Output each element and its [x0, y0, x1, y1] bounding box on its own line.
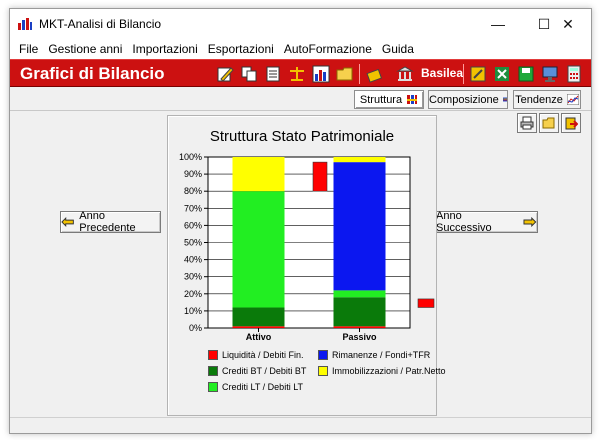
toolbar-separator [463, 64, 464, 84]
tab-tendenze-label: Tendenze [515, 93, 563, 106]
y-tick-label: 60% [184, 220, 202, 230]
note-icon[interactable] [469, 65, 487, 83]
header-toolbar: Grafici di Bilancio Basilea [10, 59, 591, 87]
balance-icon[interactable] [288, 65, 306, 83]
window-title: MKT-Analisi di Bilancio [39, 17, 162, 31]
tab-tendenze[interactable]: Tendenze [513, 90, 581, 109]
chart-panel: Struttura Stato Patrimoniale 0% 10% 20% 30%… [167, 115, 446, 416]
y-tick-label: 30% [184, 272, 202, 282]
legend-label: Immobilizzazioni / Patr.Netto [332, 366, 446, 376]
y-tick-label: 100% [179, 152, 202, 162]
x-tick-label: Passivo [342, 332, 377, 342]
folder-icon[interactable] [336, 65, 354, 83]
y-tick-label: 20% [184, 289, 202, 299]
bar-segment [333, 162, 386, 291]
y-tick-label: 10% [184, 306, 202, 316]
gap-marker [417, 298, 435, 308]
copy-icon[interactable] [240, 65, 258, 83]
menu-importazioni[interactable]: Importazioni [127, 42, 202, 56]
legend-label: Rimanenze / Fondi+TFR [332, 350, 431, 360]
save-icon[interactable] [517, 65, 535, 83]
printer-icon [520, 116, 534, 130]
bar-segment [333, 297, 386, 327]
bar-chart-icon[interactable] [312, 65, 330, 83]
hand-left-icon [61, 217, 74, 227]
chart-tag-icon[interactable] [366, 65, 384, 83]
y-tick-label: 0% [189, 323, 202, 333]
stacked-bar-chart: 0% 10% 20% 30% 40% 50% 60% 70% 80% 90% 100% Attivo P… [179, 152, 435, 342]
y-tick-label: 40% [184, 255, 202, 265]
y-tick-label: 70% [184, 203, 202, 213]
tab-composizione-label: Composizione [429, 93, 499, 106]
legend-item: Liquidità / Debiti Fin. [208, 350, 304, 360]
menu-guida[interactable]: Guida [377, 42, 419, 56]
table-icon [502, 97, 507, 102]
next-year-button[interactable]: Anno Successivo [435, 210, 538, 234]
menu-bar: File Gestione anni Importazioni Esportaz… [10, 39, 591, 59]
basilea-label[interactable]: Basilea [421, 66, 463, 80]
print-button[interactable] [517, 113, 537, 133]
hand-right-icon [523, 217, 537, 227]
bar-segment [333, 157, 386, 163]
y-tick-label: 50% [184, 238, 202, 248]
bar-segment [232, 326, 285, 328]
tab-struttura[interactable]: Struttura [354, 90, 424, 109]
bar-segment [232, 307, 285, 327]
open-folder-icon [542, 117, 555, 129]
bar-segment [232, 191, 285, 308]
legend-swatch [208, 366, 218, 376]
legend-swatch [208, 350, 218, 360]
legend-swatch [318, 350, 328, 360]
page-title: Grafici di Bilancio [20, 64, 165, 83]
bar-segment [232, 157, 285, 192]
gap-marker [312, 161, 328, 192]
bar-segment [333, 290, 386, 298]
menu-file[interactable]: File [14, 42, 43, 56]
close-icon: ✕ [562, 15, 574, 32]
title-bar: MKT-Analisi di Bilancio — ☐ ✕ [10, 9, 591, 39]
edit-icon[interactable] [216, 65, 234, 83]
monitor-icon[interactable] [541, 65, 559, 83]
y-tick-label: 80% [184, 186, 202, 196]
calculator-icon[interactable] [565, 65, 583, 83]
prev-year-button[interactable]: Anno Precedente [60, 210, 161, 234]
stacked-bar-icon [407, 95, 418, 104]
y-tick-label: 90% [184, 169, 202, 179]
prev-year-label: Anno Precedente [79, 210, 136, 234]
line-chart-icon [566, 94, 579, 105]
legend-item: Immobilizzazioni / Patr.Netto [318, 366, 446, 376]
legend-item: Crediti LT / Debiti LT [208, 382, 303, 392]
open-button[interactable] [539, 113, 559, 133]
status-bar [10, 417, 591, 433]
minimize-icon: — [491, 16, 505, 32]
bar-segment [333, 326, 386, 328]
legend-label: Crediti BT / Debiti BT [222, 366, 307, 376]
next-year-label: Anno Successivo [436, 210, 492, 234]
minimize-button[interactable]: — [475, 9, 521, 39]
legend-label: Crediti LT / Debiti LT [222, 382, 304, 392]
app-chart-icon [18, 18, 32, 30]
tab-composizione[interactable]: Composizione [428, 90, 508, 109]
tab-bar: Struttura Composizione Tendenze [10, 87, 591, 111]
legend-swatch [318, 366, 328, 376]
excel-icon[interactable] [493, 65, 511, 83]
tab-struttura-label: Struttura [359, 93, 403, 106]
basilea-icon[interactable] [396, 65, 414, 83]
menu-gestione-anni[interactable]: Gestione anni [43, 42, 127, 56]
menu-esportazioni[interactable]: Esportazioni [203, 42, 279, 56]
menu-autoformazione[interactable]: AutoFormazione [279, 42, 377, 56]
legend-label: Liquidità / Debiti Fin. [222, 350, 304, 360]
clipboard-export-icon [565, 117, 578, 130]
list-icon[interactable] [264, 65, 282, 83]
export-button[interactable] [561, 113, 581, 133]
legend-swatch [208, 382, 218, 392]
legend-item: Rimanenze / Fondi+TFR [318, 350, 430, 360]
x-tick-label: Attivo [246, 332, 272, 342]
main-window: MKT-Analisi di Bilancio — ☐ ✕ File Gesti… [9, 8, 592, 434]
toolbar-separator [359, 64, 360, 84]
legend-item: Crediti BT / Debiti BT [208, 366, 306, 376]
close-button[interactable]: ✕ [545, 9, 591, 39]
chart-legend: Liquidità / Debiti Fin. Rimanenze / Fondi… [168, 344, 446, 414]
